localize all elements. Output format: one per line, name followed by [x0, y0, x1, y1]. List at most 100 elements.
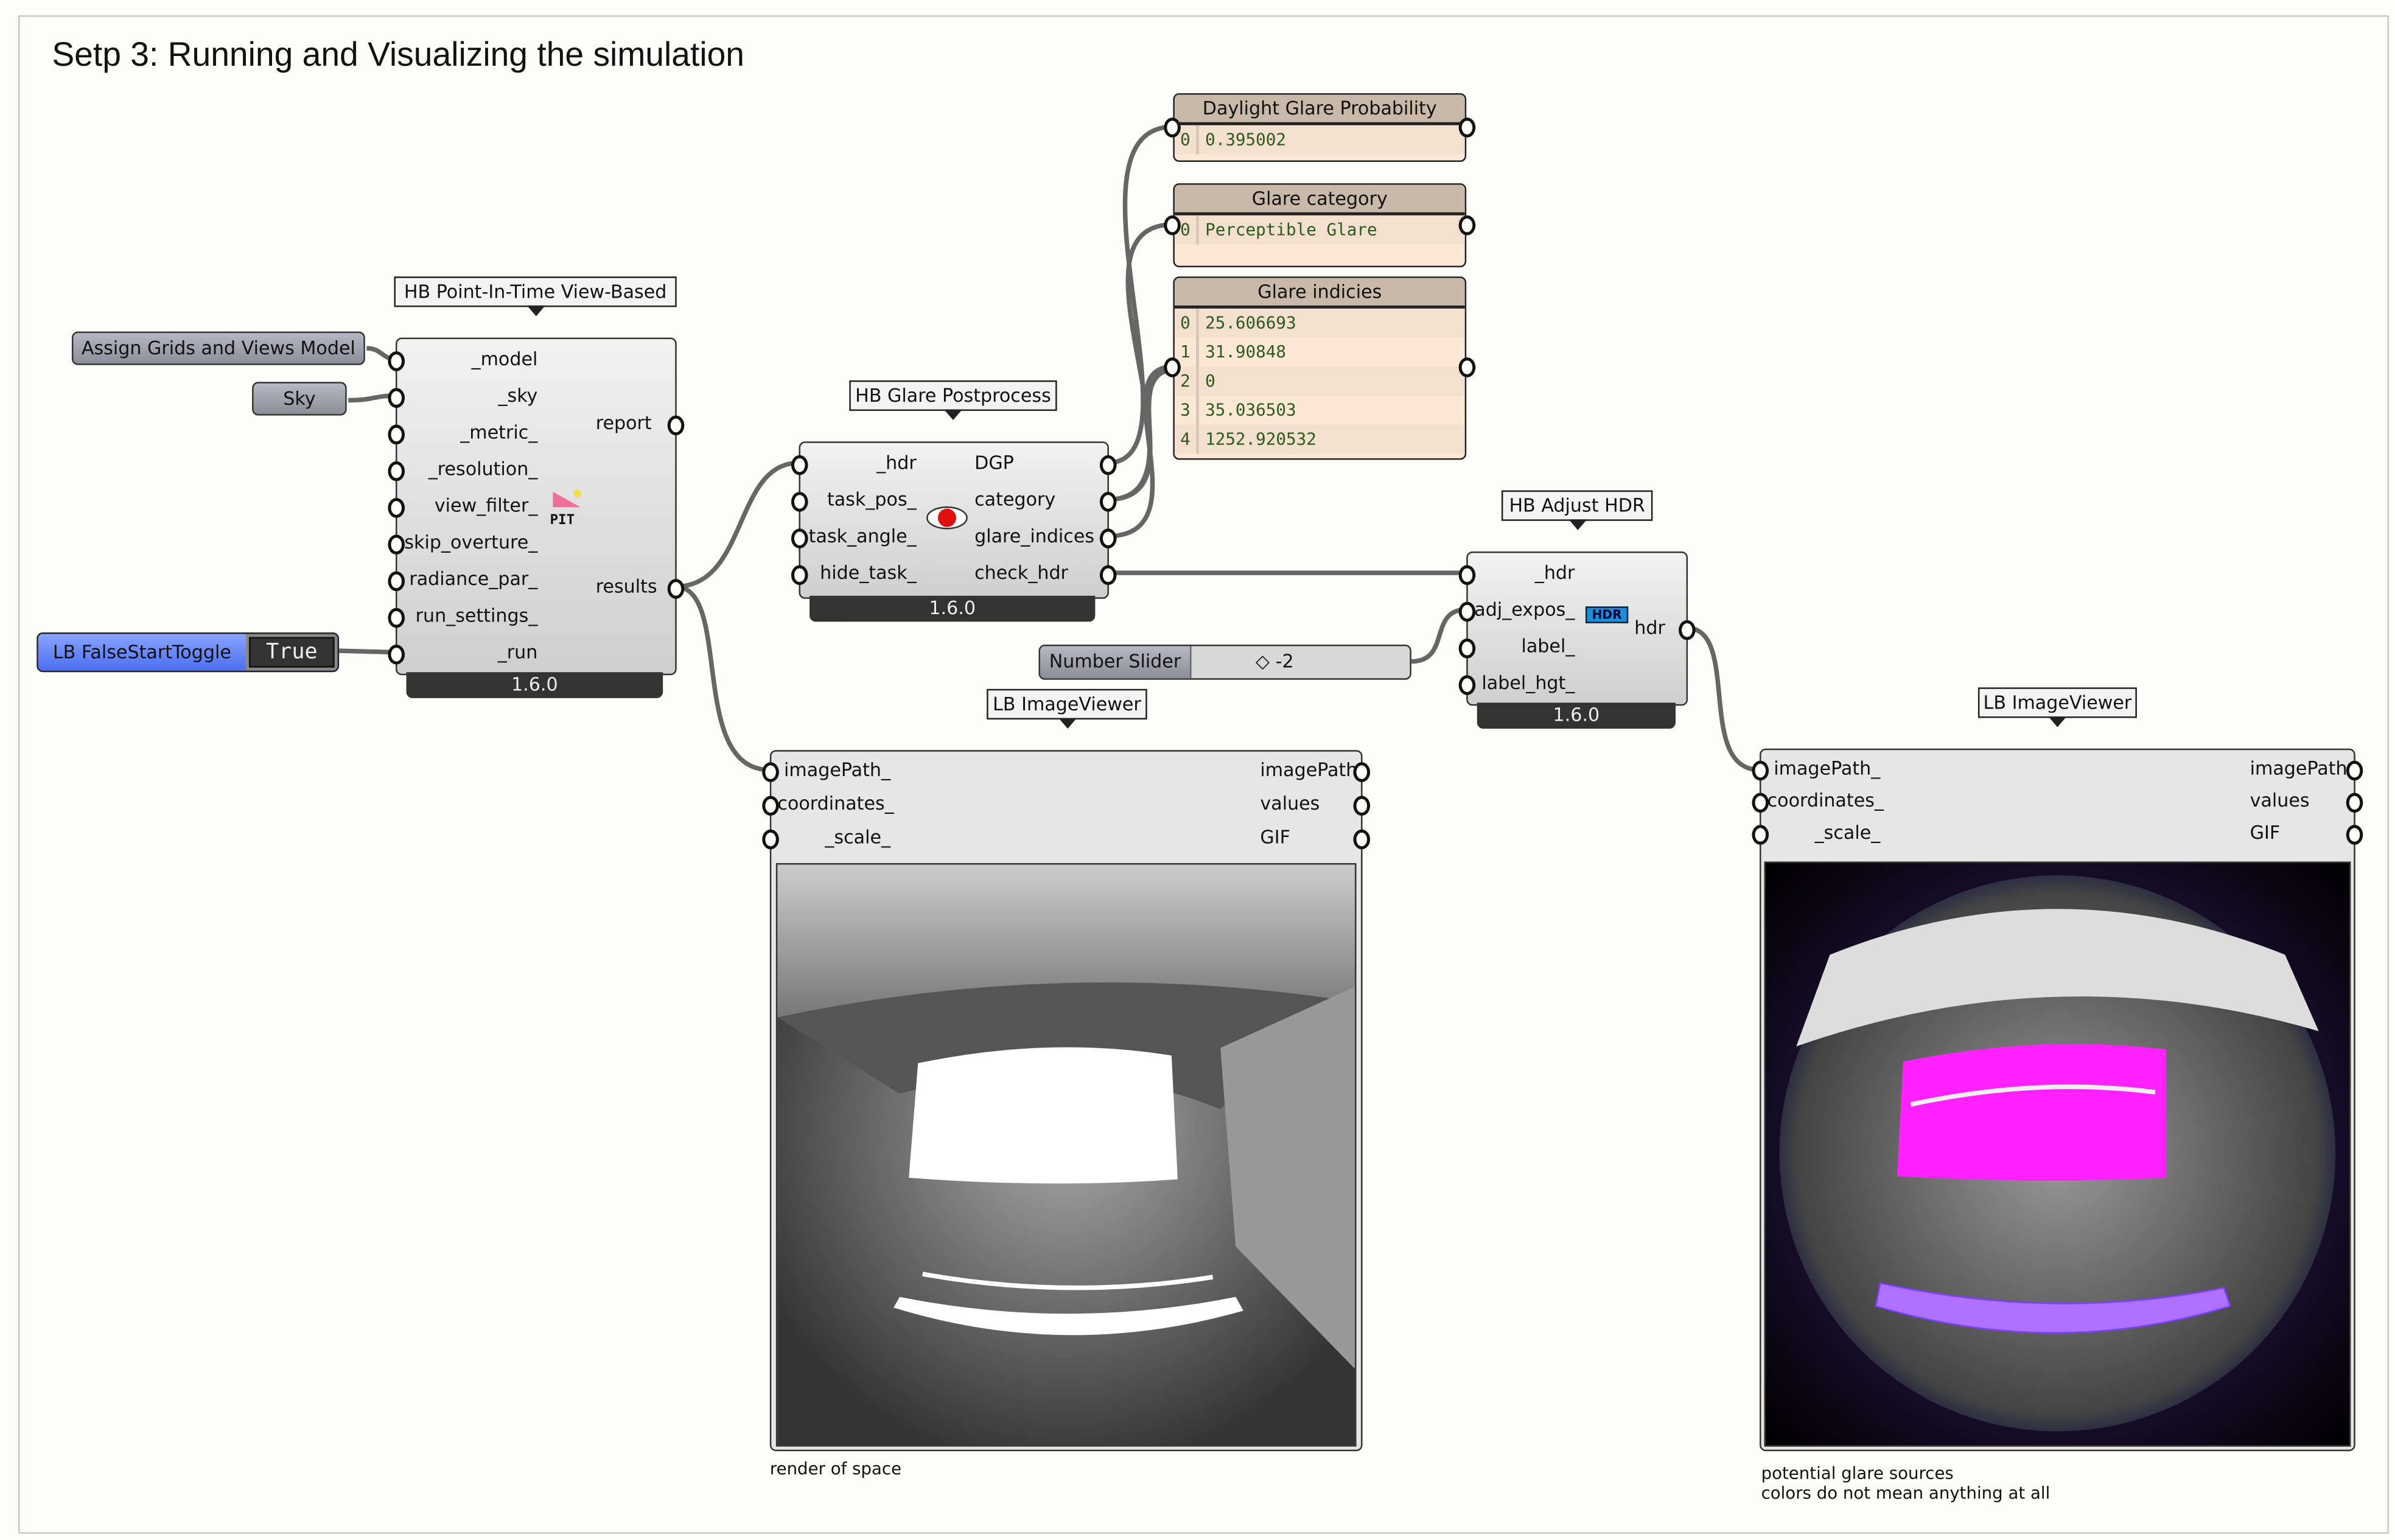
output-grip[interactable] [2346, 793, 2363, 813]
output-imagePath[interactable]: imagePath [2250, 758, 2348, 779]
input-grip[interactable] [1458, 565, 1476, 586]
output-report[interactable]: report [596, 413, 652, 434]
input-grip[interactable] [388, 498, 405, 518]
input-imagePath[interactable]: imagePath_ [1767, 758, 1880, 779]
input-taskpos[interactable]: task_pos_ [827, 489, 917, 510]
input-grip[interactable] [791, 455, 808, 475]
input-runsettings[interactable]: run_settings_ [416, 605, 538, 626]
input-label[interactable]: label_ [1521, 635, 1575, 657]
panel-input-grip[interactable] [1164, 357, 1181, 377]
input-model[interactable]: _model [472, 348, 538, 369]
output-values[interactable]: values [1260, 793, 1320, 814]
input-sky[interactable]: _sky [498, 385, 537, 406]
slider-handle[interactable]: ◇ -2 [1256, 646, 1294, 679]
glare-postprocess-component[interactable]: _hdr task_pos_ task_angle_ hide_task_ DGP cat… [791, 441, 1117, 599]
output-grip[interactable] [1353, 762, 1371, 782]
input-coordinates[interactable]: coordinates_ [1767, 789, 1884, 811]
adjust-hdr-component[interactable]: _hdr adj_expos_ label_ label_hgt_ hdr HDR [1458, 551, 1696, 706]
input-grip[interactable] [791, 492, 808, 512]
input-grip[interactable] [1458, 601, 1476, 622]
panel-output-grip[interactable] [1458, 357, 1476, 377]
input-hidetask[interactable]: hide_task_ [820, 562, 917, 584]
input-radiancepar[interactable]: radiance_par_ [409, 569, 537, 590]
input-resolution[interactable]: _resolution_ [428, 458, 538, 480]
input-grip[interactable] [388, 571, 405, 592]
output-grip[interactable] [2346, 760, 2363, 781]
input-grip[interactable] [791, 528, 808, 548]
input-hdr[interactable]: _hdr [1535, 562, 1575, 584]
input-grip[interactable] [1752, 793, 1769, 813]
image-viewer-1[interactable]: imagePath_ coordinates_ _scale_ imagePath va… [762, 750, 1371, 1452]
output-grip[interactable] [1099, 528, 1117, 548]
input-skipoverture[interactable]: skip_overture_ [404, 531, 537, 553]
input-adjexpos[interactable]: adj_expos_ [1474, 599, 1575, 620]
input-hdr[interactable]: _hdr [876, 452, 917, 474]
input-grip[interactable] [762, 796, 779, 816]
viewer2-caption-1: potential glare sources [1761, 1463, 1954, 1483]
output-results[interactable]: results [596, 576, 657, 597]
panel-output-grip[interactable] [1458, 116, 1476, 137]
input-grip[interactable] [791, 565, 808, 586]
output-GIF[interactable]: GIF [2250, 822, 2281, 843]
pit-component[interactable]: _model _sky _metric_ _resolution_ view_filte… [388, 337, 685, 676]
input-run[interactable]: _run [498, 642, 538, 663]
input-grip[interactable] [388, 534, 405, 555]
output-grip[interactable] [1099, 565, 1117, 586]
input-grip[interactable] [388, 645, 405, 665]
input-grip[interactable] [762, 762, 779, 782]
output-DGP[interactable]: DGP [974, 452, 1014, 474]
input-grip[interactable] [388, 461, 405, 481]
output-grip[interactable] [667, 579, 685, 599]
output-grip[interactable] [1099, 455, 1117, 475]
panel-dgp[interactable]: Daylight Glare Probability 0 0.395002 [1173, 93, 1467, 163]
output-glareindices[interactable]: glare_indices [974, 525, 1094, 547]
input-coordinates[interactable]: coordinates_ [777, 793, 893, 814]
image-viewer-2[interactable]: imagePath_ coordinates_ _scale_ imagePath va… [1752, 748, 2363, 1452]
input-imagePath[interactable]: imagePath_ [777, 759, 890, 780]
row-value: 35.036503 [1205, 400, 1296, 421]
row-value: 25.606693 [1205, 313, 1296, 334]
input-grip[interactable] [1752, 825, 1769, 845]
panel-input-grip[interactable] [1164, 116, 1181, 137]
output-values[interactable]: values [2250, 789, 2310, 811]
panel-output-grip[interactable] [1458, 214, 1476, 235]
input-scale[interactable]: _scale_ [1767, 822, 1881, 843]
input-scale[interactable]: _scale_ [777, 827, 890, 848]
input-taskangle[interactable]: task_angle_ [809, 525, 917, 547]
input-labelhgt[interactable]: label_hgt_ [1481, 672, 1575, 693]
output-GIF[interactable]: GIF [1260, 827, 1290, 848]
toggle-value[interactable]: True [249, 637, 335, 668]
false-start-toggle[interactable]: LB FalseStartToggle True [37, 632, 340, 673]
input-grip[interactable] [388, 388, 405, 408]
number-slider[interactable]: Number Slider ◇ -2 [1038, 645, 1411, 680]
input-grip[interactable] [1752, 760, 1769, 781]
input-grip[interactable] [388, 424, 405, 445]
output-grip[interactable] [667, 415, 685, 436]
input-grip[interactable] [762, 829, 779, 850]
output-grip[interactable] [1353, 829, 1371, 850]
panel-title: Glare category [1174, 184, 1465, 215]
output-grip[interactable] [1353, 796, 1371, 816]
model-param-label: Assign Grids and Views Model [81, 337, 355, 359]
output-imagePath[interactable]: imagePath [1260, 759, 1357, 780]
model-param[interactable]: Assign Grids and Views Model [71, 331, 365, 365]
input-metric[interactable]: _metric_ [460, 422, 537, 443]
input-grip[interactable] [388, 607, 405, 628]
panel-category[interactable]: Glare category 0 Perceptible Glare [1173, 183, 1467, 268]
row-value: Perceptible Glare [1205, 220, 1377, 240]
sky-param[interactable]: Sky [252, 382, 347, 416]
output-checkhdr[interactable]: check_hdr [974, 562, 1068, 584]
input-grip[interactable] [1458, 675, 1476, 695]
slider-value: -2 [1275, 651, 1294, 673]
input-viewfilter[interactable]: view_filter_ [435, 495, 538, 516]
output-grip[interactable] [1099, 492, 1117, 512]
output-category[interactable]: category [974, 489, 1055, 510]
panel-indices[interactable]: Glare indicies 0 25.606693 1 31.90848 2 0 3 35.0… [1173, 276, 1467, 460]
output-grip[interactable] [1679, 620, 1696, 640]
panel-input-grip[interactable] [1164, 214, 1181, 235]
output-grip[interactable] [2346, 825, 2363, 845]
slider-track[interactable]: ◇ -2 [1189, 646, 1410, 679]
input-grip[interactable] [1458, 639, 1476, 659]
output-hdr[interactable]: hdr [1634, 617, 1665, 639]
input-grip[interactable] [388, 351, 405, 371]
